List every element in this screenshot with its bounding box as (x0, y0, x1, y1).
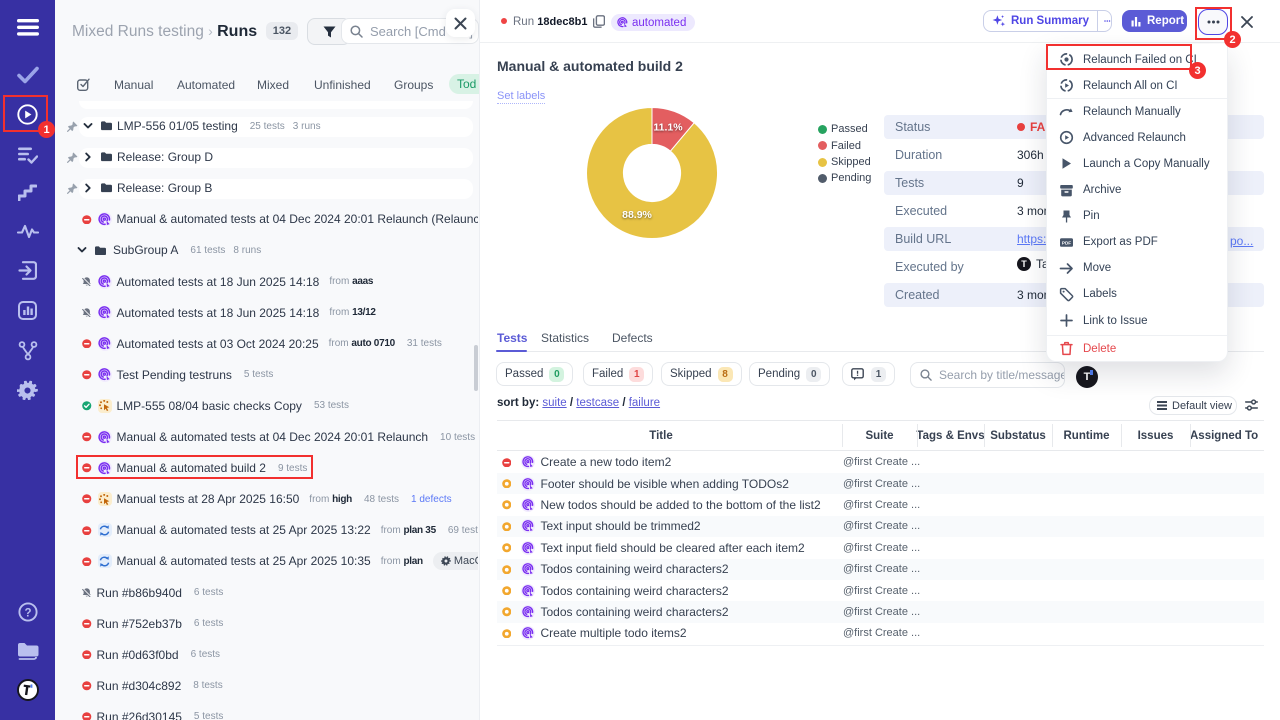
svg-text:?: ? (24, 607, 31, 619)
svg-text:11.1%: 11.1% (653, 122, 683, 134)
svg-text:PDF: PDF (1062, 240, 1071, 245)
svg-text:88.9%: 88.9% (622, 209, 652, 221)
